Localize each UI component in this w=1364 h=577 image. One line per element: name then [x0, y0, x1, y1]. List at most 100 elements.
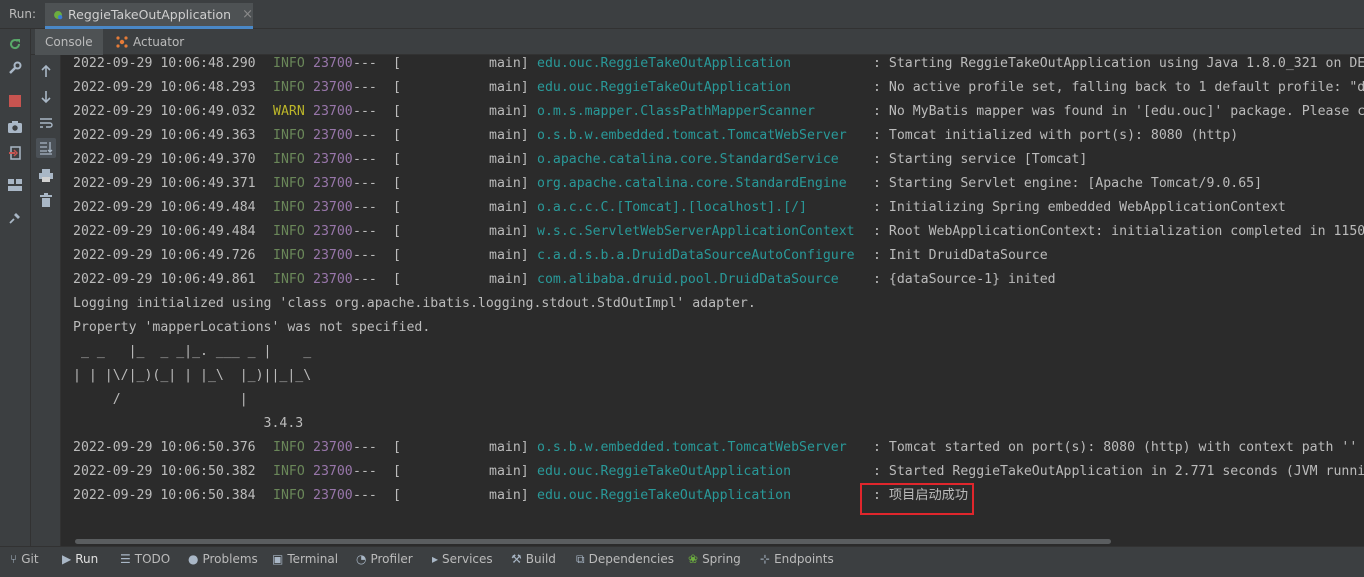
log-level: INFO	[273, 176, 305, 191]
tool-todo[interactable]: ☰ TODO	[120, 550, 170, 568]
log-timestamp: 2022-09-29 10:06:49.371	[73, 176, 256, 191]
tool-git-label: Git	[21, 552, 39, 566]
tool-endpoints-label: Endpoints	[774, 552, 834, 566]
log-line: 2022-09-29 10:06:49.726 INFO 23700 --- […	[73, 244, 1048, 268]
rerun-icon[interactable]	[6, 35, 24, 53]
log-timestamp: 2022-09-29 10:06:49.861	[73, 272, 256, 287]
log-pid: 23700	[313, 80, 353, 95]
log-line: 2022-09-29 10:06:50.376 INFO 23700 --- […	[73, 436, 1357, 460]
scroll-to-end-icon[interactable]	[36, 138, 56, 158]
log-thread: main]	[489, 80, 529, 95]
arrow-up-icon[interactable]	[36, 61, 56, 81]
log-line: 2022-09-29 10:06:49.371 INFO 23700 --- […	[73, 172, 1262, 196]
tool-run[interactable]: ▶ Run	[62, 550, 98, 568]
log-line: 2022-09-29 10:06:49.484 INFO 23700 --- […	[73, 196, 1286, 220]
log-logger[interactable]: o.s.b.w.embedded.tomcat.TomcatWebServer	[537, 436, 847, 460]
log-level: INFO	[273, 80, 305, 95]
log-pid: 23700	[313, 248, 353, 263]
log-separator: ---	[353, 440, 377, 455]
log-thread: main]	[489, 200, 529, 215]
log-message: : No active profile set, falling back to…	[873, 80, 1364, 95]
exit-icon[interactable]	[6, 144, 24, 162]
tool-terminal-label: Terminal	[287, 552, 339, 566]
log-thread: main]	[489, 152, 529, 167]
log-thread: main]	[489, 464, 529, 479]
layout-icon[interactable]	[6, 176, 24, 194]
tab-actuator-label: Actuator	[133, 35, 185, 49]
log-thread: main]	[489, 224, 529, 239]
print-icon[interactable]	[36, 165, 56, 185]
tab-console[interactable]: Console	[35, 29, 103, 55]
run-config-tab-title: ReggieTakeOutApplication	[68, 7, 232, 22]
log-logger[interactable]: w.s.c.ServletWebServerApplicationContext	[537, 220, 855, 244]
run-label: Run:	[9, 7, 37, 21]
log-timestamp: 2022-09-29 10:06:50.382	[73, 464, 256, 479]
log-logger[interactable]: edu.ouc.ReggieTakeOutApplication	[537, 76, 791, 100]
log-line: 2022-09-29 10:06:49.363 INFO 23700 --- […	[73, 124, 1238, 148]
log-logger[interactable]: c.a.d.s.b.a.DruidDataSourceAutoConfigure	[537, 244, 855, 268]
tool-services[interactable]: ▸ Services	[432, 550, 493, 568]
log-separator: ---	[353, 152, 377, 167]
run-config-tab[interactable]: ReggieTakeOutApplication ×	[45, 3, 253, 29]
banner-text: / |	[73, 392, 248, 407]
log-level: INFO	[273, 488, 305, 503]
log-message: : Started ReggieTakeOutApplication in 2.…	[873, 464, 1364, 479]
tool-todo-label: TODO	[134, 552, 171, 566]
log-separator: ---	[353, 104, 377, 119]
log-bracket: [	[393, 464, 401, 479]
log-level: INFO	[273, 464, 305, 479]
log-separator: ---	[353, 224, 377, 239]
log-level: WARN	[273, 104, 305, 119]
log-logger[interactable]: edu.ouc.ReggieTakeOutApplication	[537, 55, 791, 76]
log-timestamp: 2022-09-29 10:06:49.484	[73, 200, 256, 215]
log-logger[interactable]: org.apache.catalina.core.StandardEngine	[537, 172, 847, 196]
log-logger[interactable]: o.m.s.mapper.ClassPathMapperScanner	[537, 100, 815, 124]
status-strip	[0, 570, 1364, 577]
console-text: Property 'mapperLocations' was not speci…	[73, 320, 431, 335]
close-tab-icon[interactable]: ×	[242, 7, 253, 22]
tab-actuator[interactable]: Actuator	[107, 29, 192, 55]
log-logger[interactable]: o.a.c.c.C.[Tomcat].[localhost].[/]	[537, 196, 807, 220]
tool-terminal[interactable]: ▣ Terminal	[272, 550, 338, 568]
log-logger[interactable]: edu.ouc.ReggieTakeOutApplication	[537, 460, 791, 484]
log-separator: ---	[353, 176, 377, 191]
log-bracket: [	[393, 488, 401, 503]
log-pid: 23700	[313, 56, 353, 71]
log-message: : Tomcat initialized with port(s): 8080 …	[873, 128, 1239, 143]
console-output[interactable]: 2022-09-29 10:06:48.290 INFO 23700 --- […	[61, 55, 1364, 546]
tool-git[interactable]: ⑂ Git	[10, 550, 39, 568]
log-logger[interactable]: com.alibaba.druid.pool.DruidDataSource	[537, 268, 839, 292]
log-level: INFO	[273, 248, 305, 263]
tool-profiler[interactable]: ◔ Profiler	[356, 550, 413, 568]
tool-spring-label: Spring	[702, 552, 741, 566]
log-level: INFO	[273, 128, 305, 143]
log-logger[interactable]: edu.ouc.ReggieTakeOutApplication	[537, 484, 791, 508]
log-line: 2022-09-29 10:06:50.382 INFO 23700 --- […	[73, 460, 1364, 484]
log-bracket: [	[393, 248, 401, 263]
tool-problems[interactable]: ● Problems	[188, 550, 258, 568]
run-toolbar: Run: ReggieTakeOutApplication ×	[0, 0, 1364, 29]
console-subtabs: Console Actuator	[31, 29, 1364, 55]
arrow-down-icon[interactable]	[36, 87, 56, 107]
pin-icon[interactable]	[6, 209, 24, 227]
log-logger[interactable]: o.s.b.w.embedded.tomcat.TomcatWebServer	[537, 124, 847, 148]
log-level: INFO	[273, 200, 305, 215]
tool-endpoints[interactable]: ⊹ Endpoints	[760, 550, 834, 568]
tool-dependencies[interactable]: ⧉ Dependencies	[576, 550, 674, 568]
log-thread: main]	[489, 56, 529, 71]
wrench-icon[interactable]	[6, 59, 24, 77]
tool-build[interactable]: ⚒ Build	[511, 550, 556, 568]
log-timestamp: 2022-09-29 10:06:48.290	[73, 56, 256, 71]
tool-spring[interactable]: ❀ Spring	[688, 550, 741, 568]
camera-icon[interactable]	[6, 118, 24, 136]
log-pid: 23700	[313, 224, 353, 239]
trash-icon[interactable]	[36, 190, 56, 210]
horizontal-scrollbar[interactable]	[75, 539, 1111, 544]
soft-wrap-icon[interactable]	[36, 113, 56, 133]
stop-icon[interactable]	[6, 92, 24, 110]
tool-run-label: Run	[75, 552, 99, 566]
log-separator: ---	[353, 200, 377, 215]
problems-icon: ●	[188, 552, 199, 566]
log-bracket: [	[393, 152, 401, 167]
log-logger[interactable]: o.apache.catalina.core.StandardService	[537, 148, 839, 172]
